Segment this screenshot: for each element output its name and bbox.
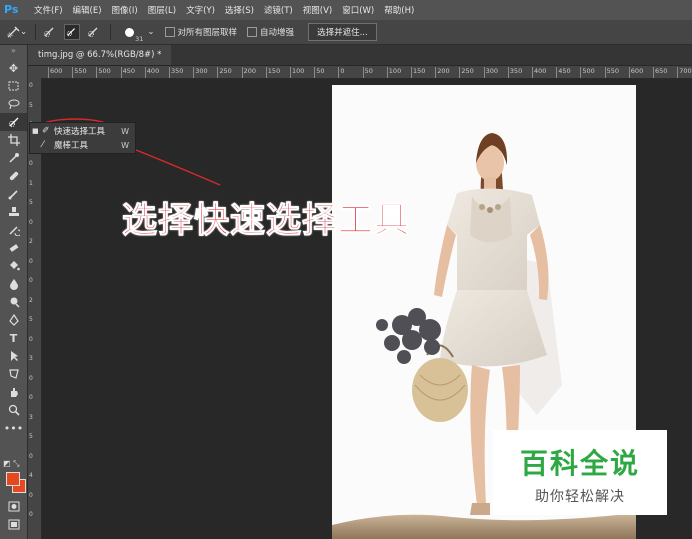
annotation-text: 选择快速选择工具: [121, 201, 411, 242]
shortcut-key: W: [121, 140, 129, 150]
magic-wand-icon: ⁄: [42, 140, 44, 150]
quick-selection-icon: ✐: [42, 126, 50, 136]
flyout-item-label: 魔棒工具: [54, 141, 89, 151]
shortcut-key: W: [121, 126, 129, 136]
flyout-item-quick-selection[interactable]: ■ ✐ 快速选择工具 W: [30, 124, 135, 138]
watermark: 百科全说 助你轻松解决: [493, 430, 667, 515]
selected-check-icon: ■: [32, 127, 39, 135]
tool-flyout-menu: ■ ✐ 快速选择工具 W ⁄ 魔棒工具 W: [29, 122, 136, 154]
watermark-subtitle: 助你轻松解决: [535, 489, 625, 505]
flyout-item-label: 快速选择工具: [54, 127, 106, 137]
watermark-title: 百科全说: [519, 447, 640, 480]
flyout-item-magic-wand[interactable]: ⁄ 魔棒工具 W: [30, 138, 135, 152]
